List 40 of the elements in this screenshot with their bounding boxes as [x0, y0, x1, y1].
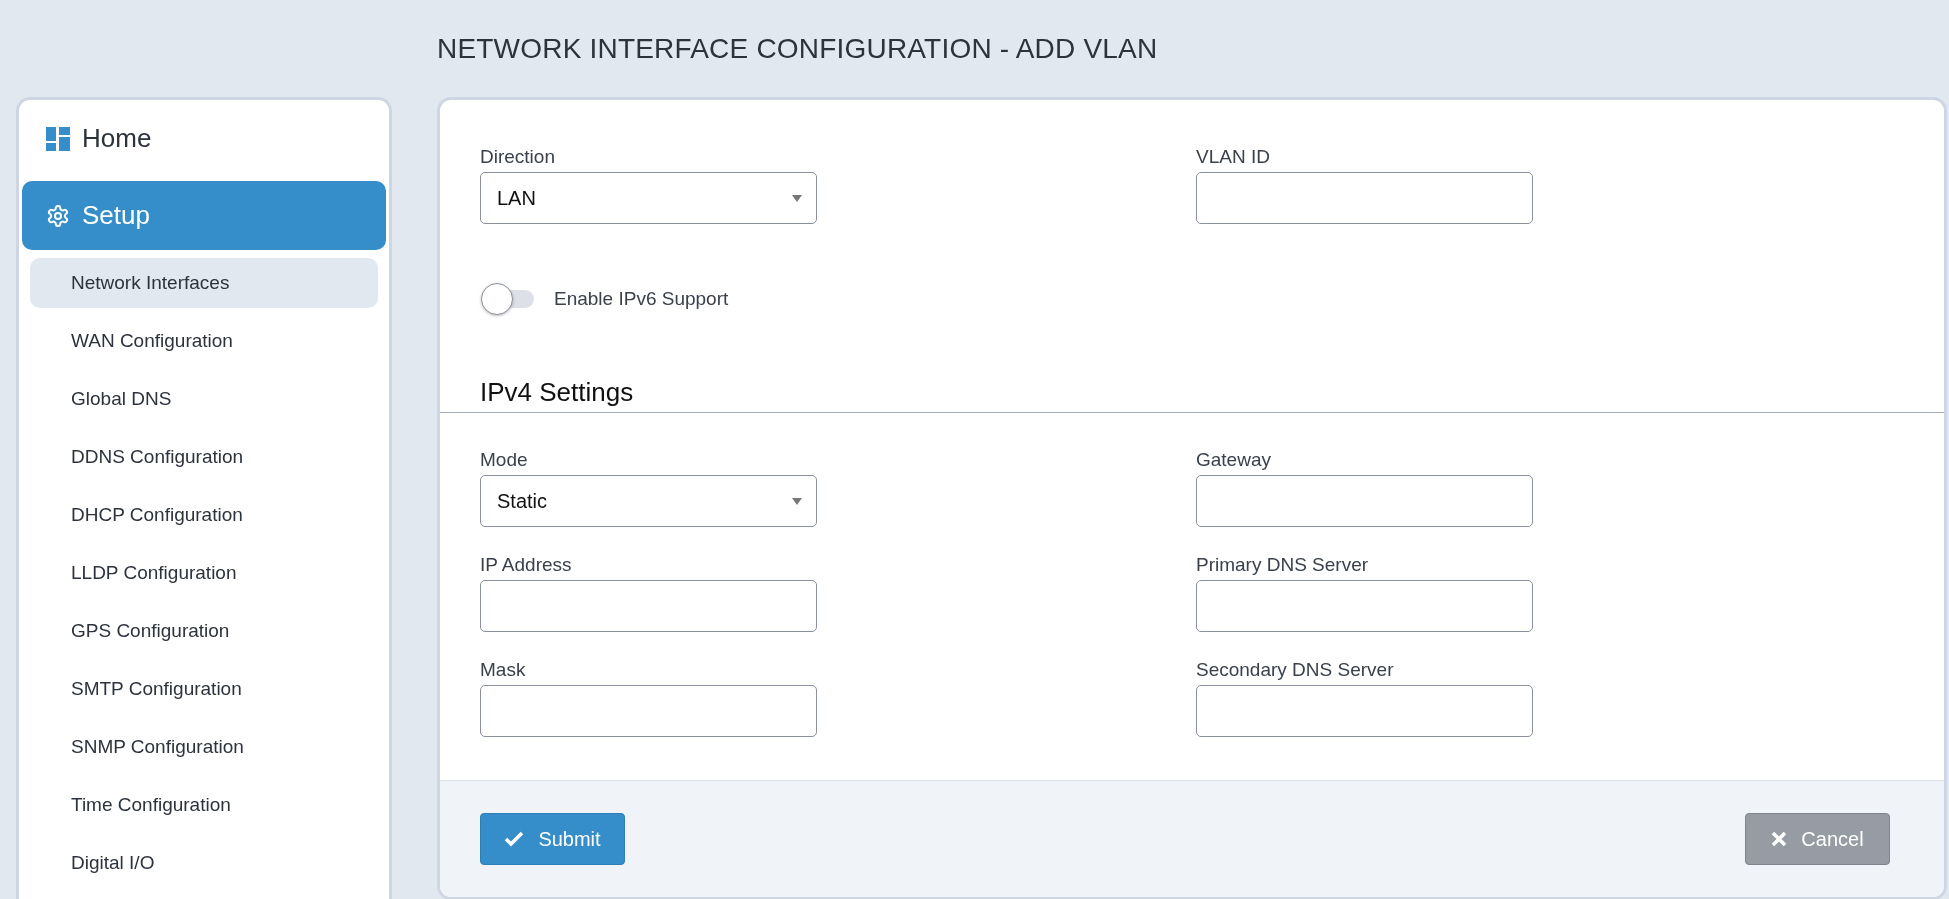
- nav-subitem[interactable]: LLDP Configuration: [30, 548, 378, 598]
- caret-icon: [792, 497, 802, 505]
- field-label: IP Address: [480, 554, 573, 576]
- input-field[interactable]: [1196, 475, 1533, 527]
- toggle-switch[interactable]: [480, 282, 536, 316]
- settings-icon: [46, 203, 70, 228]
- nav-subitem[interactable]: SNMP Configuration: [30, 722, 378, 772]
- checkmark-icon: [504, 831, 525, 847]
- nav-subitem[interactable]: Time Configuration: [30, 780, 378, 830]
- field-label: Primary DNS Server: [1196, 554, 1370, 576]
- caret-icon: [792, 194, 802, 202]
- nav-subitem[interactable]: SMTP Configuration: [30, 664, 378, 714]
- nav-subitem[interactable]: WAN Configuration: [30, 316, 378, 366]
- close-icon: [1771, 831, 1788, 847]
- input-field[interactable]: [1196, 580, 1533, 632]
- submit-button[interactable]: Submit: [480, 813, 625, 865]
- nav-subitem[interactable]: Network Interfaces: [30, 258, 378, 308]
- field-label: Mode: [480, 449, 529, 471]
- select-field[interactable]: LAN: [480, 172, 817, 224]
- nav-item[interactable]: Home: [22, 104, 386, 173]
- field-label: VLAN ID: [1196, 146, 1271, 168]
- input-field[interactable]: [480, 685, 817, 737]
- select-field[interactable]: Static: [480, 475, 817, 527]
- dashboard-icon: [46, 126, 70, 151]
- input-field[interactable]: [480, 580, 817, 632]
- toggle-label: Enable IPv6 Support: [554, 288, 729, 310]
- nav-item[interactable]: Setup: [22, 181, 386, 250]
- section-heading: IPv4 Settings: [480, 376, 635, 409]
- nav-subitem[interactable]: Digital I/O: [30, 838, 378, 888]
- field-label: Secondary DNS Server: [1196, 659, 1395, 681]
- nav-subitem[interactable]: DDNS Configuration: [30, 432, 378, 482]
- field-label: Gateway: [1196, 449, 1272, 471]
- field-label: Mask: [480, 659, 527, 681]
- input-field[interactable]: [1196, 685, 1533, 737]
- field-label: Direction: [480, 146, 556, 168]
- nav-subitem[interactable]: GPS Configuration: [30, 606, 378, 656]
- input-field[interactable]: [1196, 172, 1533, 224]
- page-title: NETWORK INTERFACE CONFIGURATION - ADD VLAN: [437, 32, 1159, 65]
- nav-subitem[interactable]: Global DNS: [30, 374, 378, 424]
- nav-subitem[interactable]: DHCP Configuration: [30, 490, 378, 540]
